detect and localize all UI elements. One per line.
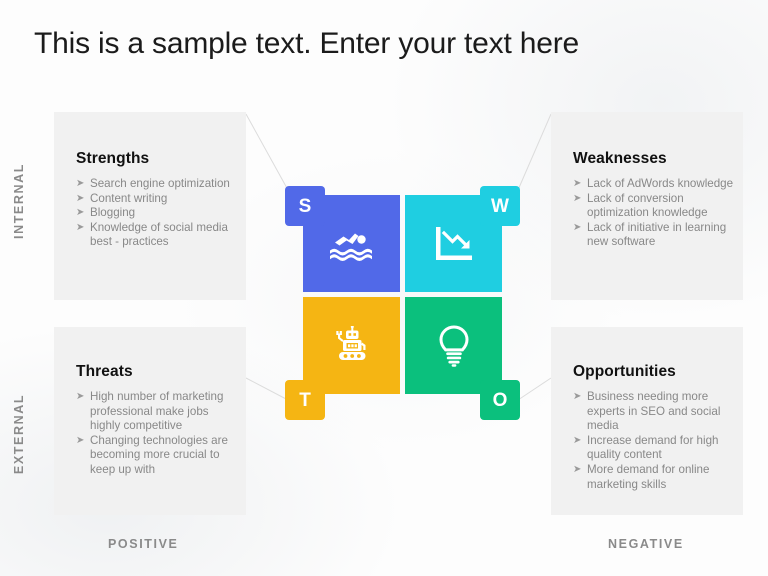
bullet-arrow-icon: ➤: [573, 192, 582, 204]
bullet-arrow-icon: ➤: [573, 221, 582, 233]
bullet-text: Changing technologies are becoming more …: [90, 433, 228, 476]
list-item: ➤ High number of marketing professional m…: [76, 390, 238, 434]
list-item: ➤ Lack of initiative in learning new soft…: [573, 221, 735, 250]
lightbulb-icon: [438, 324, 469, 367]
list-item: ➤ More demand for online marketing skills: [573, 463, 735, 492]
panel-opportunities[interactable]: Opportunities ➤ Business needing more exp…: [551, 327, 743, 515]
bullet-text: Search engine optimization: [90, 177, 230, 190]
panel-threats[interactable]: Threats ➤ High number of marketing profes…: [54, 327, 246, 515]
page-title: This is a sample text. Enter your text h…: [34, 27, 579, 60]
declining-chart-icon: [435, 226, 472, 260]
bullet-text: More demand for online marketing skills: [587, 462, 710, 491]
badge-weaknesses[interactable]: W: [480, 186, 520, 226]
bullet-text: Lack of AdWords knowledge: [587, 177, 734, 190]
axis-label-internal: INTERNAL: [12, 163, 26, 239]
bullet-arrow-icon: ➤: [76, 178, 85, 189]
bullet-list-threats: ➤ High number of marketing professional m…: [76, 390, 238, 478]
bullet-text: High number of marketing professional ma…: [90, 390, 224, 433]
axis-label-negative: NEGATIVE: [608, 537, 684, 551]
bullet-arrow-icon: ➤: [76, 391, 85, 402]
bullet-text: Lack of initiative in learning new softw…: [587, 220, 727, 249]
badge-threats[interactable]: T: [285, 380, 325, 420]
panel-heading-threats: Threats: [76, 363, 133, 380]
panel-heading-strengths: Strengths: [76, 150, 150, 167]
bullet-arrow-icon: ➤: [76, 434, 85, 446]
axis-label-positive: POSITIVE: [108, 537, 179, 551]
panel-heading-opportunities: Opportunities: [573, 363, 676, 380]
bullet-text: Increase demand for high quality content: [587, 433, 719, 462]
panel-weaknesses[interactable]: Weaknesses ➤ Lack of AdWords knowledge ➤ L…: [551, 112, 743, 300]
bullet-text: Blogging: [90, 206, 136, 220]
bullet-arrow-icon: ➤: [76, 207, 85, 219]
bullet-text: Knowledge of social media best - practic…: [90, 220, 228, 249]
panel-heading-weaknesses: Weaknesses: [573, 150, 667, 167]
swimmer-icon: [329, 233, 372, 261]
bullet-list-strengths: ➤ Search engine optimization ➤ Content wri…: [76, 177, 238, 250]
robot-icon: [335, 325, 365, 360]
bullet-text: Content writing: [90, 191, 168, 205]
list-item: ➤ Search engine optimization: [76, 177, 238, 192]
swot-slide: This is a sample text. Enter your text h…: [0, 0, 768, 576]
bullet-arrow-icon: ➤: [573, 391, 582, 402]
panel-strengths[interactable]: Strengths ➤ Search engine optimization ➤ C…: [54, 112, 246, 300]
list-item: ➤ Changing technologies are becoming more…: [76, 434, 238, 478]
axis-label-external: EXTERNAL: [12, 393, 26, 475]
list-item: ➤ Lack of AdWords knowledge: [573, 177, 735, 192]
bullet-text: Lack of conversion optimization knowledg…: [587, 191, 708, 220]
swot-matrix: [303, 195, 502, 394]
list-item: ➤ Increase demand for high quality conten…: [573, 434, 735, 463]
badge-strengths[interactable]: S: [285, 186, 325, 226]
list-item: ➤ Lack of conversion optimization knowled…: [573, 192, 735, 221]
list-item: ➤ Business needing more experts in SEO an…: [573, 390, 735, 434]
bullet-arrow-icon: ➤: [76, 192, 85, 204]
list-item: ➤ Content writing: [76, 192, 238, 207]
bullet-text: Business needing more experts in SEO and…: [587, 390, 721, 433]
bullet-arrow-icon: ➤: [573, 178, 582, 189]
list-item: ➤ Blogging: [76, 206, 238, 221]
bullet-arrow-icon: ➤: [76, 221, 85, 233]
bullet-arrow-icon: ➤: [573, 434, 582, 446]
bullet-list-opportunities: ➤ Business needing more experts in SEO an…: [573, 390, 735, 492]
bullet-list-weaknesses: ➤ Lack of AdWords knowledge ➤ Lack of conv…: [573, 177, 735, 250]
bullet-arrow-icon: ➤: [573, 463, 582, 475]
list-item: ➤ Knowledge of social media best - practi…: [76, 221, 238, 250]
badge-opportunities[interactable]: O: [480, 380, 520, 420]
